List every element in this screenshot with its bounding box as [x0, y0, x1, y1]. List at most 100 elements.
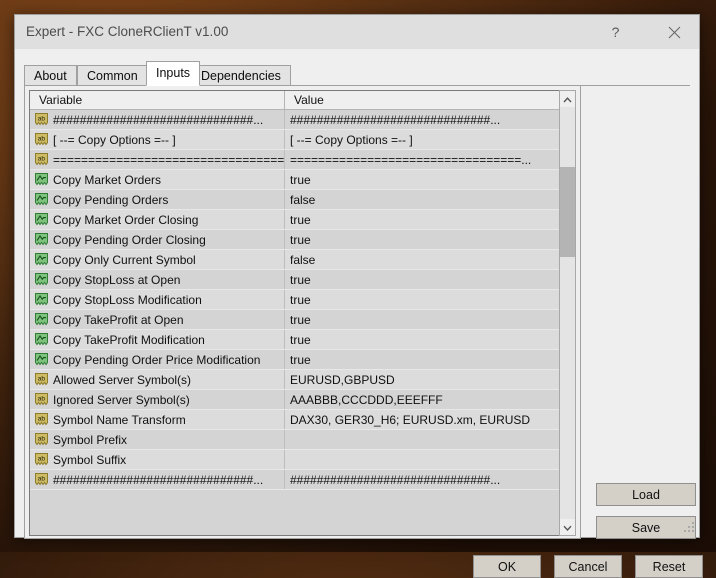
scroll-down-button[interactable]	[560, 519, 575, 535]
tab-about[interactable]: About	[24, 65, 77, 86]
variable-cell[interactable]: Copy TakeProfit Modification	[30, 330, 285, 349]
tab-dependencies[interactable]: Dependencies	[191, 65, 291, 86]
value-cell[interactable]: true	[285, 170, 559, 189]
tab-inputs[interactable]: Inputs	[146, 61, 200, 86]
value-cell[interactable]: false	[285, 190, 559, 209]
value-cell[interactable]	[285, 450, 559, 469]
table-row[interactable]: Copy TakeProfit Modificationtrue	[30, 330, 559, 350]
table-row[interactable]: abSymbol Prefix	[30, 430, 559, 450]
load-button[interactable]: Load	[596, 483, 696, 506]
bool-chart-icon	[35, 293, 48, 306]
inputs-grid[interactable]: Variable Value ab #######################…	[29, 90, 560, 536]
reset-button[interactable]: Reset	[635, 555, 703, 578]
tab-common[interactable]: Common	[77, 65, 148, 86]
scrollbar-thumb[interactable]	[560, 167, 575, 257]
value-cell[interactable]: ##############################...	[285, 470, 559, 489]
variable-cell[interactable]: abSymbol Prefix	[30, 430, 285, 449]
variable-cell[interactable]: Copy Pending Order Closing	[30, 230, 285, 249]
ab-string-icon: ab	[35, 393, 48, 406]
table-row[interactable]: abSymbol Name TransformDAX30, GER30_H6; …	[30, 410, 559, 430]
variable-label: ##############################...	[53, 473, 263, 487]
ab-string-icon: ab	[35, 373, 48, 386]
variable-label: Copy Pending Order Price Modification	[53, 353, 260, 367]
value-cell[interactable]: [ --= Copy Options =-- ]	[285, 130, 559, 149]
variable-cell[interactable]: ab ##############################...	[30, 470, 285, 489]
table-row[interactable]: abSymbol Suffix	[30, 450, 559, 470]
variable-label: Copy Market Order Closing	[53, 213, 198, 227]
value-cell[interactable]: true	[285, 290, 559, 309]
variable-label: Copy Market Orders	[53, 173, 161, 187]
table-row[interactable]: Copy StopLoss at Open true	[30, 270, 559, 290]
table-row[interactable]: Copy Pending Ordersfalse	[30, 190, 559, 210]
variable-cell[interactable]: Copy TakeProfit at Open	[30, 310, 285, 329]
variable-label: =================================...	[53, 153, 284, 167]
value-cell[interactable]	[285, 430, 559, 449]
variable-cell[interactable]: ab Ignored Server Symbol(s)	[30, 390, 285, 409]
variable-cell[interactable]: abAllowed Server Symbol(s)	[30, 370, 285, 389]
value-cell[interactable]: EURUSD,GBPUSD	[285, 370, 559, 389]
scrollbar-track[interactable]	[560, 107, 575, 519]
variable-cell[interactable]: ab##############################...	[30, 110, 285, 129]
grid-rows: ab ##############################... #####…	[30, 110, 559, 490]
variable-cell[interactable]: ab[ --= Copy Options =-- ]	[30, 130, 285, 149]
table-row[interactable]: Copy Only Current Symbolfalse	[30, 250, 559, 270]
table-row[interactable]: Copy Pending Order Closingtrue	[30, 230, 559, 250]
value-cell[interactable]: true	[285, 330, 559, 349]
cancel-button[interactable]: Cancel	[554, 555, 622, 578]
table-row[interactable]: Copy Market Order Closing true	[30, 210, 559, 230]
table-row[interactable]: Copy Market Orders true	[30, 170, 559, 190]
variable-cell[interactable]: Copy StopLoss at Open	[30, 270, 285, 289]
variable-label: Copy StopLoss at Open	[53, 273, 180, 287]
variable-label: Ignored Server Symbol(s)	[53, 393, 190, 407]
variable-cell[interactable]: abSymbol Suffix	[30, 450, 285, 469]
ab-string-icon: ab	[35, 133, 48, 146]
value-cell[interactable]: true	[285, 310, 559, 329]
svg-text:ab: ab	[38, 455, 46, 462]
variable-cell[interactable]: Copy Market Orders	[30, 170, 285, 189]
value-cell[interactable]: ##############################...	[285, 110, 559, 129]
tab-strip: About Common Inputs Dependencies	[24, 64, 690, 86]
svg-text:ab: ab	[38, 475, 46, 482]
variable-cell[interactable]: Copy Pending Order Price Modification	[30, 350, 285, 369]
value-cell[interactable]: true	[285, 270, 559, 289]
table-row[interactable]: ab ##############################... #####…	[30, 470, 559, 490]
help-button[interactable]: ?	[593, 15, 638, 49]
scroll-up-button[interactable]	[560, 91, 575, 107]
resize-grip[interactable]	[683, 521, 696, 534]
variable-cell[interactable]: Copy StopLoss Modification	[30, 290, 285, 309]
value-cell[interactable]: =================================...	[285, 150, 559, 169]
value-cell[interactable]: true	[285, 350, 559, 369]
table-row[interactable]: Copy Pending Order Price Modification tru…	[30, 350, 559, 370]
table-row[interactable]: Copy StopLoss Modificationtrue	[30, 290, 559, 310]
value-cell[interactable]: true	[285, 230, 559, 249]
variable-cell[interactable]: Copy Pending Orders	[30, 190, 285, 209]
variable-cell[interactable]: Copy Market Order Closing	[30, 210, 285, 229]
grid-vertical-scrollbar[interactable]	[559, 90, 576, 536]
value-cell[interactable]: false	[285, 250, 559, 269]
column-header-variable[interactable]: Variable	[30, 91, 285, 109]
table-row[interactable]: ab##############################...#####…	[30, 110, 559, 130]
ok-button[interactable]: OK	[473, 555, 541, 578]
variable-label: Copy TakeProfit at Open	[53, 313, 184, 327]
value-cell[interactable]: AAABBB,CCCDDD,EEEFFF	[285, 390, 559, 409]
close-button[interactable]	[652, 15, 697, 49]
variable-cell[interactable]: abSymbol Name Transform	[30, 410, 285, 429]
inputs-panel: Variable Value ab #######################…	[24, 85, 581, 539]
table-row[interactable]: ab[ --= Copy Options =-- ][ --= Copy Opt…	[30, 130, 559, 150]
table-row[interactable]: Copy TakeProfit at Open true	[30, 310, 559, 330]
bool-chart-icon	[35, 333, 48, 346]
bool-chart-icon	[35, 193, 48, 206]
variable-cell[interactable]: Copy Only Current Symbol	[30, 250, 285, 269]
value-cell[interactable]: true	[285, 210, 559, 229]
close-icon	[668, 26, 681, 39]
ab-string-icon: ab	[35, 473, 48, 486]
save-button[interactable]: Save	[596, 516, 696, 539]
bool-chart-icon	[35, 253, 48, 266]
table-row[interactable]: ab Ignored Server Symbol(s) AAABBB,CCCDDD,…	[30, 390, 559, 410]
value-cell[interactable]: DAX30, GER30_H6; EURUSD.xm, EURUSD	[285, 410, 559, 429]
table-row[interactable]: ab=================================...==…	[30, 150, 559, 170]
ab-string-icon: ab	[35, 433, 48, 446]
variable-cell[interactable]: ab=================================...	[30, 150, 285, 169]
table-row[interactable]: abAllowed Server Symbol(s)EURUSD,GBPUSD	[30, 370, 559, 390]
column-header-value[interactable]: Value	[285, 91, 559, 109]
